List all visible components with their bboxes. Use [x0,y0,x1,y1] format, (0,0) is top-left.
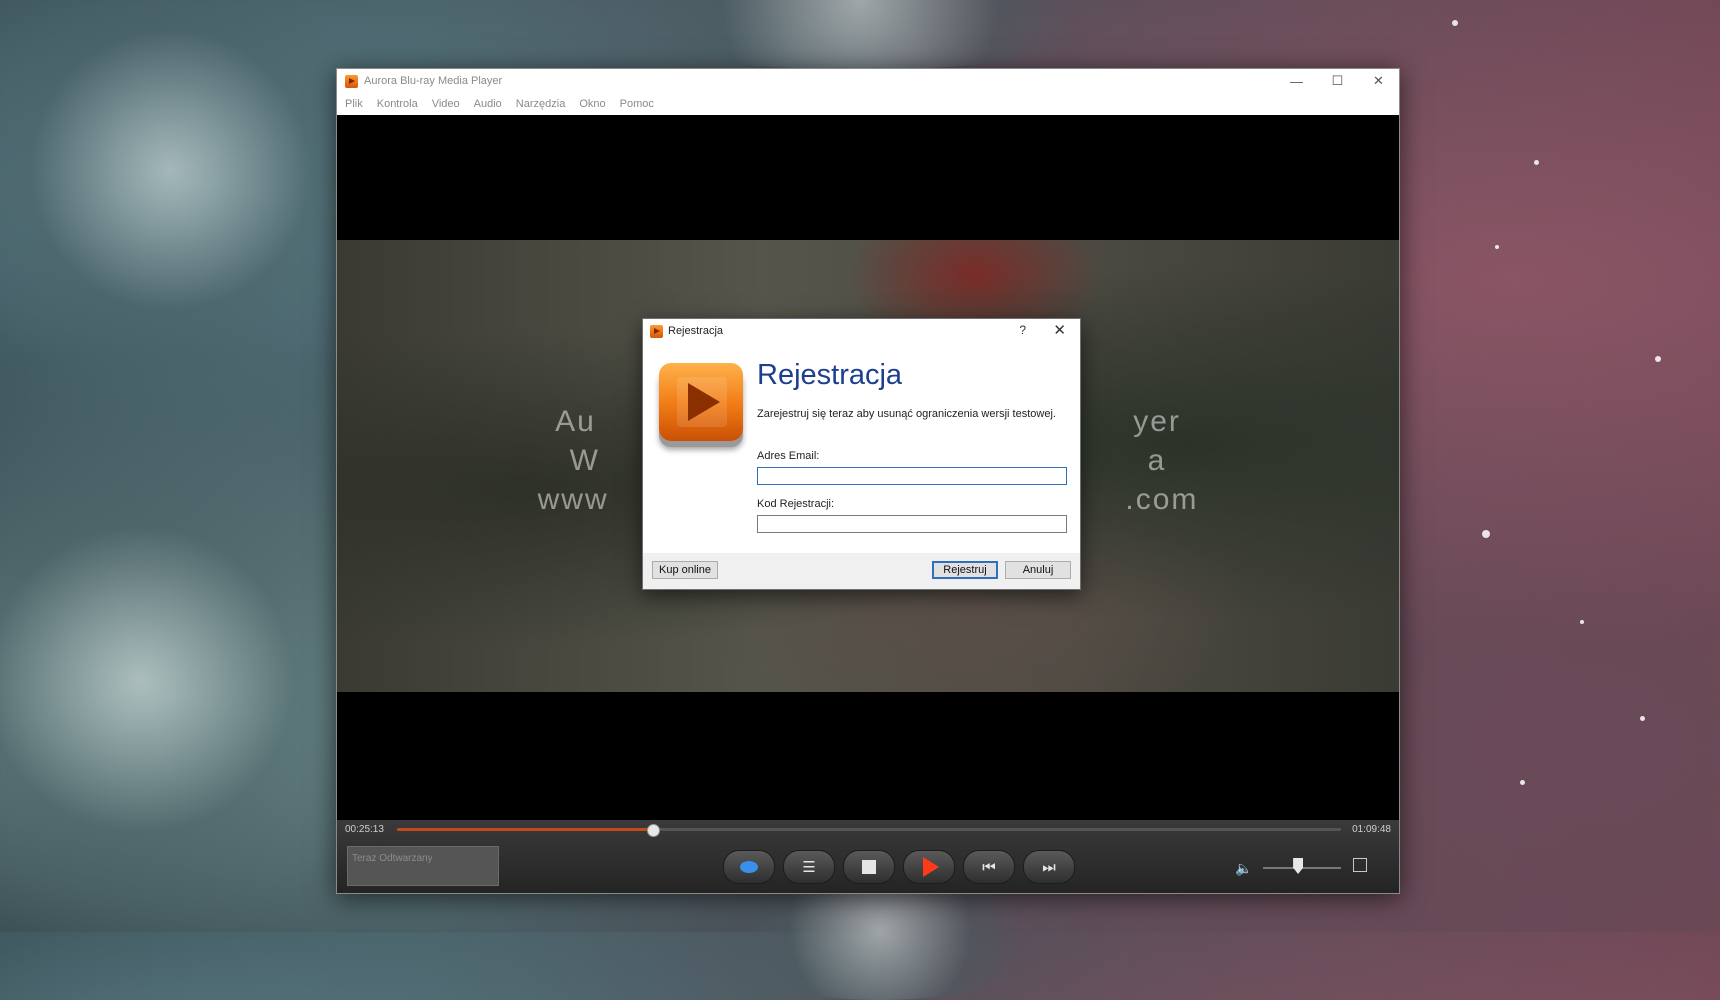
close-icon: ✕ [1373,73,1384,88]
playlist-button[interactable]: ☰ [783,850,835,884]
dialog-close-button[interactable]: ✕ [1053,321,1066,339]
menu-narzedzia[interactable]: Narzędzia [516,98,566,110]
now-playing-panel: Teraz Odtwarzany [347,846,499,886]
dialog-heading: Rejestracja [757,359,903,391]
volume-handle[interactable] [1293,858,1304,874]
app-logo-icon [650,324,663,338]
snowflake [1452,20,1458,26]
dialog-footer: Kup online Rejestruj Anuluj [643,553,1080,589]
registration-dialog: Rejestracja ? ✕ Rejestracja Zarejestruj … [642,318,1081,590]
play-button[interactable] [903,850,955,884]
minimize-icon: — [1290,73,1303,89]
app-logo-icon [345,74,358,88]
seek-bar[interactable] [397,824,1341,837]
previous-button[interactable]: ⏮ [963,850,1015,884]
time-total: 01:09:48 [1352,824,1391,835]
time-elapsed: 00:25:13 [345,824,384,835]
menu-okno[interactable]: Okno [579,98,605,110]
help-button[interactable]: ? [1019,323,1026,337]
skip-next-icon: ⏭ [1042,858,1056,876]
playback-controls: 00:25:13 01:09:48 Teraz Odtwarzany ☰ ⏮ ⏭… [337,820,1399,893]
snowflake [1482,530,1490,538]
stop-icon [862,860,876,874]
play-icon [923,857,939,877]
subtitle-button[interactable] [723,850,775,884]
maximize-icon: ☐ [1331,73,1344,88]
close-button[interactable]: ✕ [1358,69,1399,93]
background-tree [560,0,1160,70]
registration-code-label: Kod Rejestracji: [757,498,835,510]
fullscreen-icon[interactable] [1353,858,1367,872]
playlist-icon: ☰ [802,859,816,876]
skip-previous-icon: ⏮ [982,858,996,876]
snowflake [1640,716,1645,721]
snowflake [1520,780,1525,785]
background-tree [0,420,360,940]
dialog-title: Rejestracja [668,325,724,337]
snowflake [1580,620,1584,624]
menu-pomoc[interactable]: Pomoc [620,98,654,110]
seek-progress [397,828,652,831]
menu-audio[interactable]: Audio [474,98,502,110]
speech-bubble-icon [740,861,758,873]
snowflake [1655,356,1661,362]
menu-video[interactable]: Video [432,98,460,110]
stop-button[interactable] [843,850,895,884]
registration-code-field[interactable] [757,515,1067,533]
seek-handle[interactable] [646,824,660,837]
dialog-description: Zarejestruj się teraz aby usunąć ogranic… [757,408,1056,420]
cancel-button[interactable]: Anuluj [1005,561,1071,579]
player-logo-icon [659,363,743,441]
menu-bar: Plik Kontrola Video Audio Narzędzia Okno… [337,93,1399,115]
snowflake [1534,160,1539,165]
volume-icon[interactable]: 🔈 [1235,860,1252,877]
maximize-button[interactable]: ☐ [1317,69,1358,93]
buy-online-button[interactable]: Kup online [652,561,718,579]
snowflake [1495,245,1499,249]
email-field[interactable] [757,467,1067,485]
window-titlebar[interactable]: Aurora Blu-ray Media Player — ☐ ✕ [337,69,1399,93]
register-button[interactable]: Rejestruj [932,561,998,579]
close-icon: ✕ [1053,322,1066,339]
next-button[interactable]: ⏭ [1023,850,1075,884]
dialog-titlebar[interactable]: Rejestracja ? ✕ [643,319,1080,343]
minimize-button[interactable]: — [1276,69,1317,93]
window-title: Aurora Blu-ray Media Player [364,75,503,87]
email-label: Adres Email: [757,450,820,462]
menu-kontrola[interactable]: Kontrola [377,98,418,110]
menu-plik[interactable]: Plik [345,98,363,110]
